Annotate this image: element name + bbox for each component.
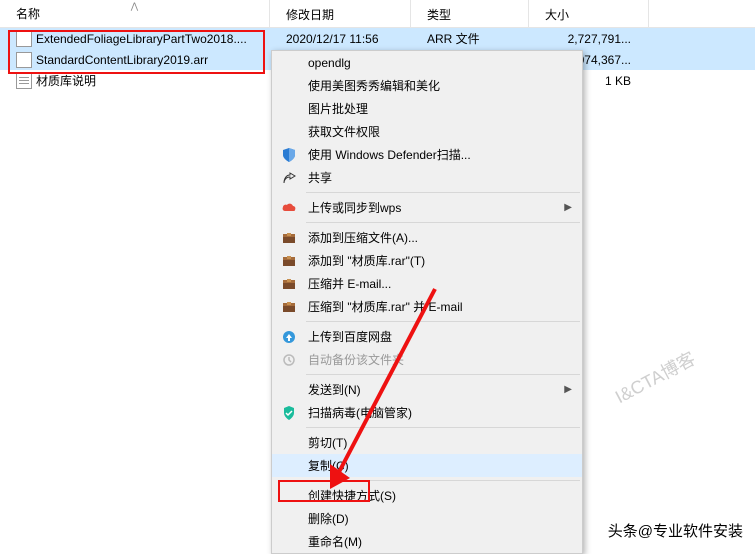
- chevron-right-icon: ▶: [564, 384, 572, 395]
- menu-share[interactable]: 共享: [272, 166, 582, 189]
- header-date[interactable]: 修改日期: [270, 0, 411, 27]
- menu-rar-email[interactable]: 压缩并 E-mail...: [272, 272, 582, 295]
- menu-cut[interactable]: 剪切(T): [272, 431, 582, 454]
- archive-icon: [280, 298, 298, 316]
- menu-baidu[interactable]: 上传到百度网盘: [272, 325, 582, 348]
- header-type[interactable]: 类型: [411, 0, 529, 27]
- menu-send-to[interactable]: 发送到(N) ▶: [272, 378, 582, 401]
- file-name: 材质库说明: [36, 72, 96, 89]
- antivirus-icon: [280, 404, 298, 422]
- menu-batch[interactable]: 图片批处理: [272, 97, 582, 120]
- menu-scan-virus[interactable]: 扫描病毒(电脑管家): [272, 401, 582, 424]
- share-icon: [280, 169, 298, 187]
- cloud-icon: [280, 199, 298, 217]
- file-type: ARR 文件: [411, 30, 529, 47]
- sort-indicator-icon: ⋀: [131, 1, 138, 12]
- file-icon: [16, 52, 32, 68]
- file-row[interactable]: ExtendedFoliageLibraryPartTwo2018.... 20…: [0, 28, 755, 49]
- menu-shortcut[interactable]: 创建快捷方式(S): [272, 484, 582, 507]
- header-size[interactable]: 大小: [529, 0, 649, 27]
- menu-permission[interactable]: 获取文件权限: [272, 120, 582, 143]
- menu-meitu[interactable]: 使用美图秀秀编辑和美化: [272, 74, 582, 97]
- menu-separator: [306, 192, 580, 193]
- archive-icon: [280, 229, 298, 247]
- file-icon: [16, 31, 32, 47]
- menu-separator: [306, 427, 580, 428]
- menu-rar-add-named[interactable]: 添加到 "材质库.rar"(T): [272, 249, 582, 272]
- watermark-footer: 头条@专业软件安装: [602, 518, 749, 543]
- archive-icon: [280, 275, 298, 293]
- menu-wps-upload[interactable]: 上传或同步到wps ▶: [272, 196, 582, 219]
- file-name: ExtendedFoliageLibraryPartTwo2018....: [36, 32, 247, 46]
- archive-icon: [280, 252, 298, 270]
- menu-separator: [306, 321, 580, 322]
- file-name: StandardContentLibrary2019.arr: [36, 53, 208, 67]
- menu-rename[interactable]: 重命名(M): [272, 530, 582, 553]
- chevron-right-icon: ▶: [564, 202, 572, 213]
- menu-copy[interactable]: 复制(C): [272, 454, 582, 477]
- column-headers: 名称 ⋀ 修改日期 类型 大小: [0, 0, 755, 28]
- context-menu: opendlg 使用美图秀秀编辑和美化 图片批处理 获取文件权限 使用 Wind…: [271, 50, 583, 554]
- menu-rar-add[interactable]: 添加到压缩文件(A)...: [272, 226, 582, 249]
- menu-defender[interactable]: 使用 Windows Defender扫描...: [272, 143, 582, 166]
- text-file-icon: [16, 73, 32, 89]
- watermark: I&CTA博客: [610, 345, 700, 409]
- menu-separator: [306, 374, 580, 375]
- header-name[interactable]: 名称 ⋀: [0, 0, 270, 27]
- menu-separator: [306, 222, 580, 223]
- menu-rar-email-named[interactable]: 压缩到 "材质库.rar" 并 E-mail: [272, 295, 582, 318]
- menu-delete[interactable]: 删除(D): [272, 507, 582, 530]
- menu-separator: [306, 480, 580, 481]
- menu-opendlg[interactable]: opendlg: [272, 51, 582, 74]
- file-size: 2,727,791...: [529, 32, 649, 46]
- header-name-label: 名称: [16, 5, 40, 22]
- cloud-upload-icon: [280, 328, 298, 346]
- file-date: 2020/12/17 11:56: [270, 32, 411, 46]
- menu-auto-backup: 自动备份该文件夹: [272, 348, 582, 371]
- shield-icon: [280, 146, 298, 164]
- backup-icon: [280, 351, 298, 369]
